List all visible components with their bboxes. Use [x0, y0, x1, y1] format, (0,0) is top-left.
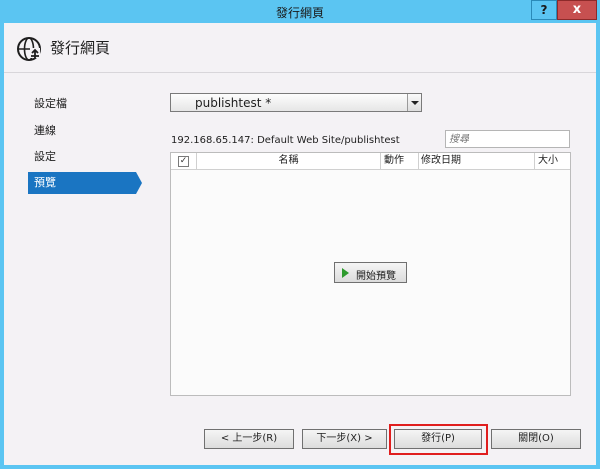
active-indicator-arrow [136, 172, 142, 194]
nav-item-preview[interactable]: 預覽 [28, 172, 142, 194]
site-path-label: 192.168.65.147: Default Web Site/publish… [171, 135, 400, 146]
start-preview-label: 開始預覽 [356, 271, 396, 282]
window-title: 發行網頁 [275, 6, 324, 20]
title-bar[interactable]: 發行網頁 ? x [0, 0, 600, 23]
nav-item-profile[interactable]: 設定檔 [28, 93, 136, 115]
dialog-body: 發行網頁 設定檔 連線 設定 預覽 publishtest * 192.168.… [4, 23, 596, 465]
next-button[interactable]: 下一步(X) > [302, 429, 387, 449]
nav-item-connection[interactable]: 連線 [28, 120, 136, 142]
start-preview-button[interactable]: 開始預覽 [334, 262, 407, 283]
play-icon [342, 268, 349, 278]
column-header-modified-date[interactable]: 修改日期 [419, 153, 535, 170]
help-button[interactable]: ? [531, 0, 557, 20]
close-button[interactable]: 關閉(O) [491, 429, 581, 449]
nav-item-preview-label: 預覽 [34, 176, 56, 189]
column-header-size[interactable]: 大小 [535, 153, 570, 170]
select-all-column: ✓ [171, 153, 197, 170]
page-title: 發行網頁 [50, 39, 111, 57]
profile-dropdown[interactable]: publishtest * [170, 93, 422, 112]
dialog-header: 發行網頁 [4, 23, 596, 73]
nav-item-settings[interactable]: 設定 [28, 146, 136, 168]
select-all-checkbox[interactable]: ✓ [178, 156, 189, 167]
file-list-header: ✓ 名稱 動作 修改日期 大小 [171, 153, 570, 170]
previous-button[interactable]: < 上一步(R) [204, 429, 294, 449]
publish-web-dialog: 發行網頁 ? x 發行網頁 設定檔 連線 設定 預覽 publishtest *… [0, 0, 600, 469]
chevron-down-icon[interactable] [407, 94, 421, 111]
profile-dropdown-value: publishtest * [195, 96, 272, 110]
window-close-button[interactable]: x [557, 0, 597, 20]
column-header-name[interactable]: 名稱 [197, 153, 381, 170]
publish-button[interactable]: 發行(P) [394, 429, 482, 449]
column-header-action[interactable]: 動作 [381, 153, 419, 170]
globe-publish-icon [17, 37, 41, 61]
search-input[interactable] [445, 130, 570, 148]
